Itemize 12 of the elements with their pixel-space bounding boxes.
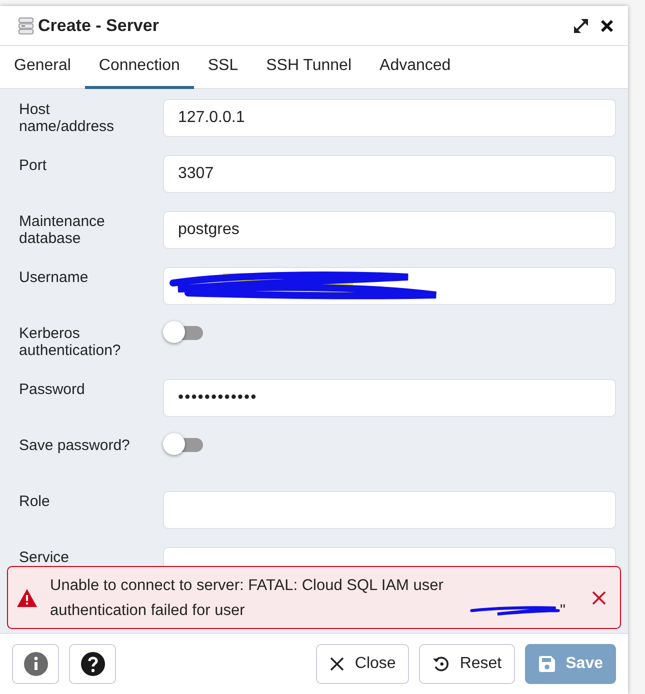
field-label: Kerberos authentication?: [19, 324, 122, 359]
field-label: Service: [19, 548, 70, 566]
field-label: Username: [19, 268, 90, 286]
error-message: Unable to connect to server: FATAL: Cloud SQL IAM user authentication failed for user: [50, 576, 444, 620]
field-label: Maintenance database: [19, 212, 106, 247]
field-label: Port: [19, 156, 48, 174]
field-label: Role: [19, 492, 51, 510]
field-label: Host name/address: [19, 100, 116, 135]
field-label: Save password?: [19, 436, 131, 454]
field-label: Password: [19, 380, 86, 398]
quote-mark: ": [560, 600, 566, 620]
window-title: Create - Server: [38, 16, 159, 36]
